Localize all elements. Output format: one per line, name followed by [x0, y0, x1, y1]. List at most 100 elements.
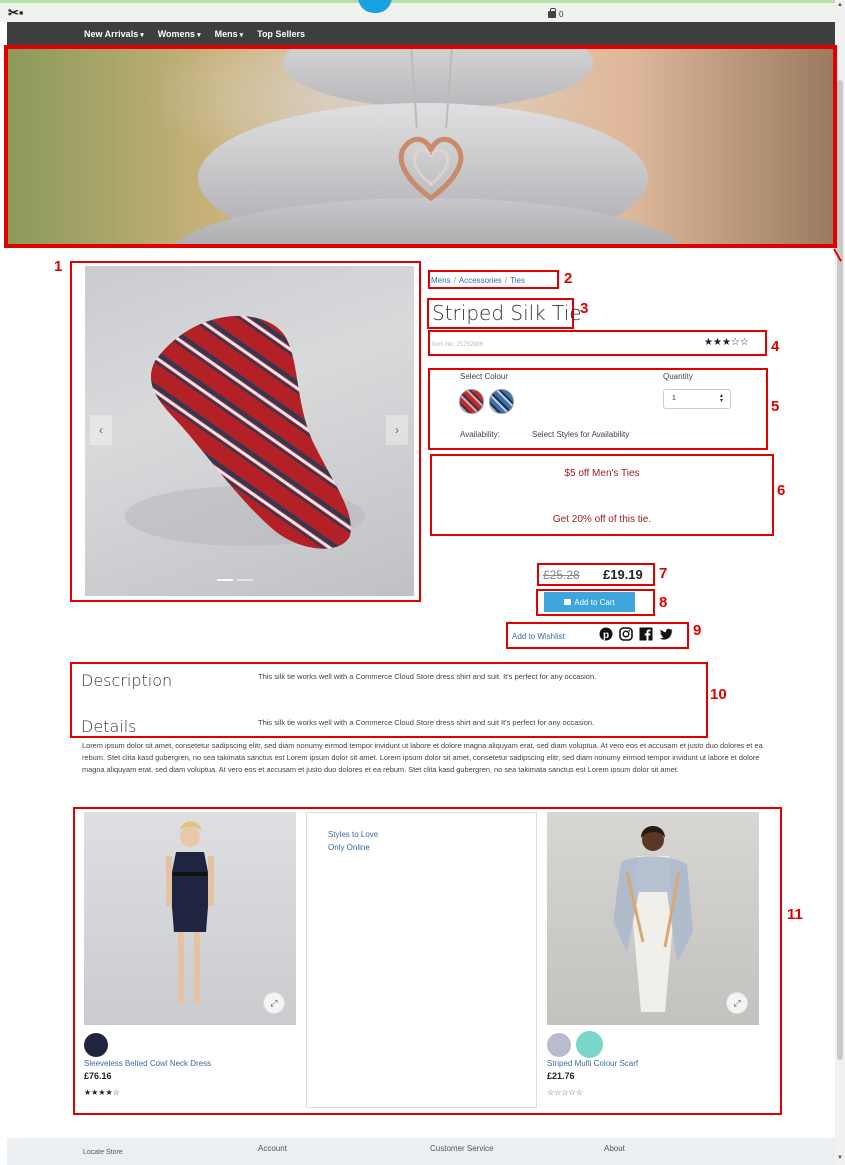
annotation-number-11: 11 — [787, 906, 803, 923]
star-filled-icon: ★ — [105, 1088, 113, 1097]
details-text: This silk tie works well with a Commerce… — [258, 718, 595, 727]
instagram-icon[interactable] — [619, 627, 633, 641]
annotation-number-10: 10 — [710, 686, 727, 703]
brand-logo[interactable] — [358, 0, 392, 13]
scarf-model-illustration — [613, 826, 693, 1012]
star-empty-icon: ☆ — [739, 337, 749, 348]
annotation-number-1: 1 — [54, 258, 63, 275]
breadcrumb-accessories[interactable]: Accessories — [459, 276, 502, 285]
caret-down-icon: ▾ — [197, 32, 201, 39]
item-number: Item No. 25752986 — [432, 342, 484, 348]
chevron-left-icon: ‹ — [99, 423, 103, 437]
footer-customer-service[interactable]: Customer Service — [430, 1144, 494, 1153]
tie-illustration — [125, 315, 365, 549]
breadcrumb-ties[interactable]: Ties — [510, 276, 525, 285]
quantity-label: Quantity — [663, 372, 693, 381]
original-price: £25.28 — [543, 568, 580, 582]
tile-product-price: £76.16 — [84, 1071, 112, 1081]
nav-new-arrivals[interactable]: New Arrivals ▾ — [84, 29, 144, 39]
availability-value: Select Styles for Availability — [532, 430, 630, 439]
scrollbar-thumb[interactable] — [837, 80, 843, 1060]
tile-colour-swatch[interactable] — [576, 1031, 603, 1058]
carousel-dot[interactable] — [217, 579, 233, 581]
product-image-carousel[interactable]: ‹ › — [72, 262, 420, 602]
description-text: This silk tie works well with a Commerce… — [258, 672, 597, 681]
star-filled-icon: ★ — [712, 337, 722, 348]
tile-colour-swatch[interactable] — [84, 1033, 108, 1057]
colour-swatch-blue[interactable] — [489, 389, 514, 414]
add-to-wishlist-link[interactable]: Add to Wishlist — [512, 632, 565, 641]
breadcrumb: Mens / Accessories / Ties — [431, 276, 525, 285]
nav-womens[interactable]: Womens ▾ — [158, 29, 201, 39]
star-empty-icon: ☆ — [568, 1088, 576, 1097]
details-heading: Details — [81, 717, 137, 736]
scroll-up-icon[interactable]: ▲ — [837, 2, 843, 8]
star-filled-icon: ★ — [721, 337, 731, 348]
sale-price: £19.19 — [603, 567, 643, 582]
star-empty-icon: ☆ — [112, 1088, 120, 1097]
main-navigation: New Arrivals ▾ Womens ▾ Mens ▾ Top Sellers — [7, 22, 835, 48]
annotation-number-9: 9 — [693, 622, 702, 639]
twitter-icon[interactable] — [659, 627, 673, 641]
product-image[interactable] — [85, 266, 414, 596]
product-title: Striped Silk Tie — [432, 301, 582, 325]
colour-swatch-red[interactable] — [459, 389, 484, 414]
tile-colour-swatch[interactable] — [547, 1033, 571, 1057]
carousel-prev-button[interactable]: ‹ — [90, 415, 112, 445]
caret-down-icon: ▾ — [239, 32, 244, 39]
promo-message: Get 20% off of this tie. — [552, 514, 652, 525]
facebook-icon[interactable] — [639, 627, 653, 641]
quantity-value: 1 — [672, 395, 676, 402]
add-to-cart-button[interactable]: Add to Cart — [544, 592, 635, 612]
quantity-select[interactable]: 1 ▴ ▾ — [663, 389, 731, 409]
only-online-link[interactable]: Only Online — [328, 841, 378, 854]
footer-locate-store[interactable]: Locate Store — [83, 1149, 123, 1156]
cart-icon — [548, 8, 556, 18]
nav-mens[interactable]: Mens ▾ — [215, 29, 244, 39]
product-rating: ★★★☆☆ — [704, 337, 749, 348]
tools-icon[interactable]: ✂▪ — [8, 5, 24, 21]
hero-stone — [283, 48, 593, 108]
nav-top-sellers[interactable]: Top Sellers — [257, 29, 305, 39]
breadcrumb-mens[interactable]: Mens — [431, 276, 451, 285]
styles-to-love-link[interactable]: Styles to Love — [328, 828, 378, 841]
carousel-dot[interactable] — [237, 579, 253, 581]
select-arrows-icon: ▴ ▾ — [719, 393, 723, 404]
hero-banner-image[interactable] — [8, 48, 834, 245]
product-tile-image[interactable] — [547, 812, 759, 1025]
top-utility-bar: ✂▪ 0 — [0, 0, 845, 22]
caret-down-icon: ▾ — [140, 32, 144, 39]
expand-icon[interactable]: ⤢ — [726, 992, 748, 1014]
chevron-right-icon: › — [395, 423, 399, 437]
tile-product-price: £21.76 — [547, 1071, 575, 1081]
dress-model-illustration — [166, 821, 214, 1004]
availability-label: Availability: — [460, 430, 500, 439]
svg-text:p: p — [603, 630, 609, 641]
pinterest-icon[interactable]: p — [599, 627, 613, 641]
footer-about[interactable]: About — [604, 1144, 625, 1153]
cart-count: 0 — [559, 10, 564, 19]
tile-rating: ★★★★☆ — [84, 1088, 120, 1097]
scrollbar[interactable]: ▲ ▼ — [835, 0, 845, 1165]
cart-icon — [564, 599, 572, 605]
annotation-number-6: 6 — [777, 482, 786, 499]
scroll-down-icon[interactable]: ▼ — [837, 1155, 843, 1161]
tile-product-name[interactable]: Striped Multi Colour Scarf — [547, 1059, 638, 1068]
carousel-indicators — [217, 579, 253, 581]
expand-icon[interactable]: ⤢ — [263, 992, 285, 1014]
star-filled-icon: ★ — [704, 337, 713, 348]
site-footer: Locate Store Account Customer Service Ab… — [7, 1138, 835, 1165]
product-tile-image[interactable] — [84, 812, 296, 1025]
annotation-number-8: 8 — [659, 594, 668, 611]
footer-account[interactable]: Account — [258, 1144, 287, 1153]
annotation-number-2: 2 — [564, 270, 573, 287]
mini-cart[interactable]: 0 — [548, 8, 564, 19]
tile-rating: ☆☆☆☆☆ — [547, 1088, 583, 1097]
star-filled-icon: ★ — [98, 1088, 106, 1097]
content-tile — [306, 812, 537, 1108]
annotation-number-7: 7 — [659, 565, 668, 582]
star-empty-icon: ☆ — [561, 1088, 569, 1097]
carousel-next-button[interactable]: › — [386, 415, 408, 445]
tile-product-name[interactable]: Sleeveless Belted Cowl Neck Dress — [84, 1059, 211, 1068]
heart-pendant — [398, 136, 464, 202]
